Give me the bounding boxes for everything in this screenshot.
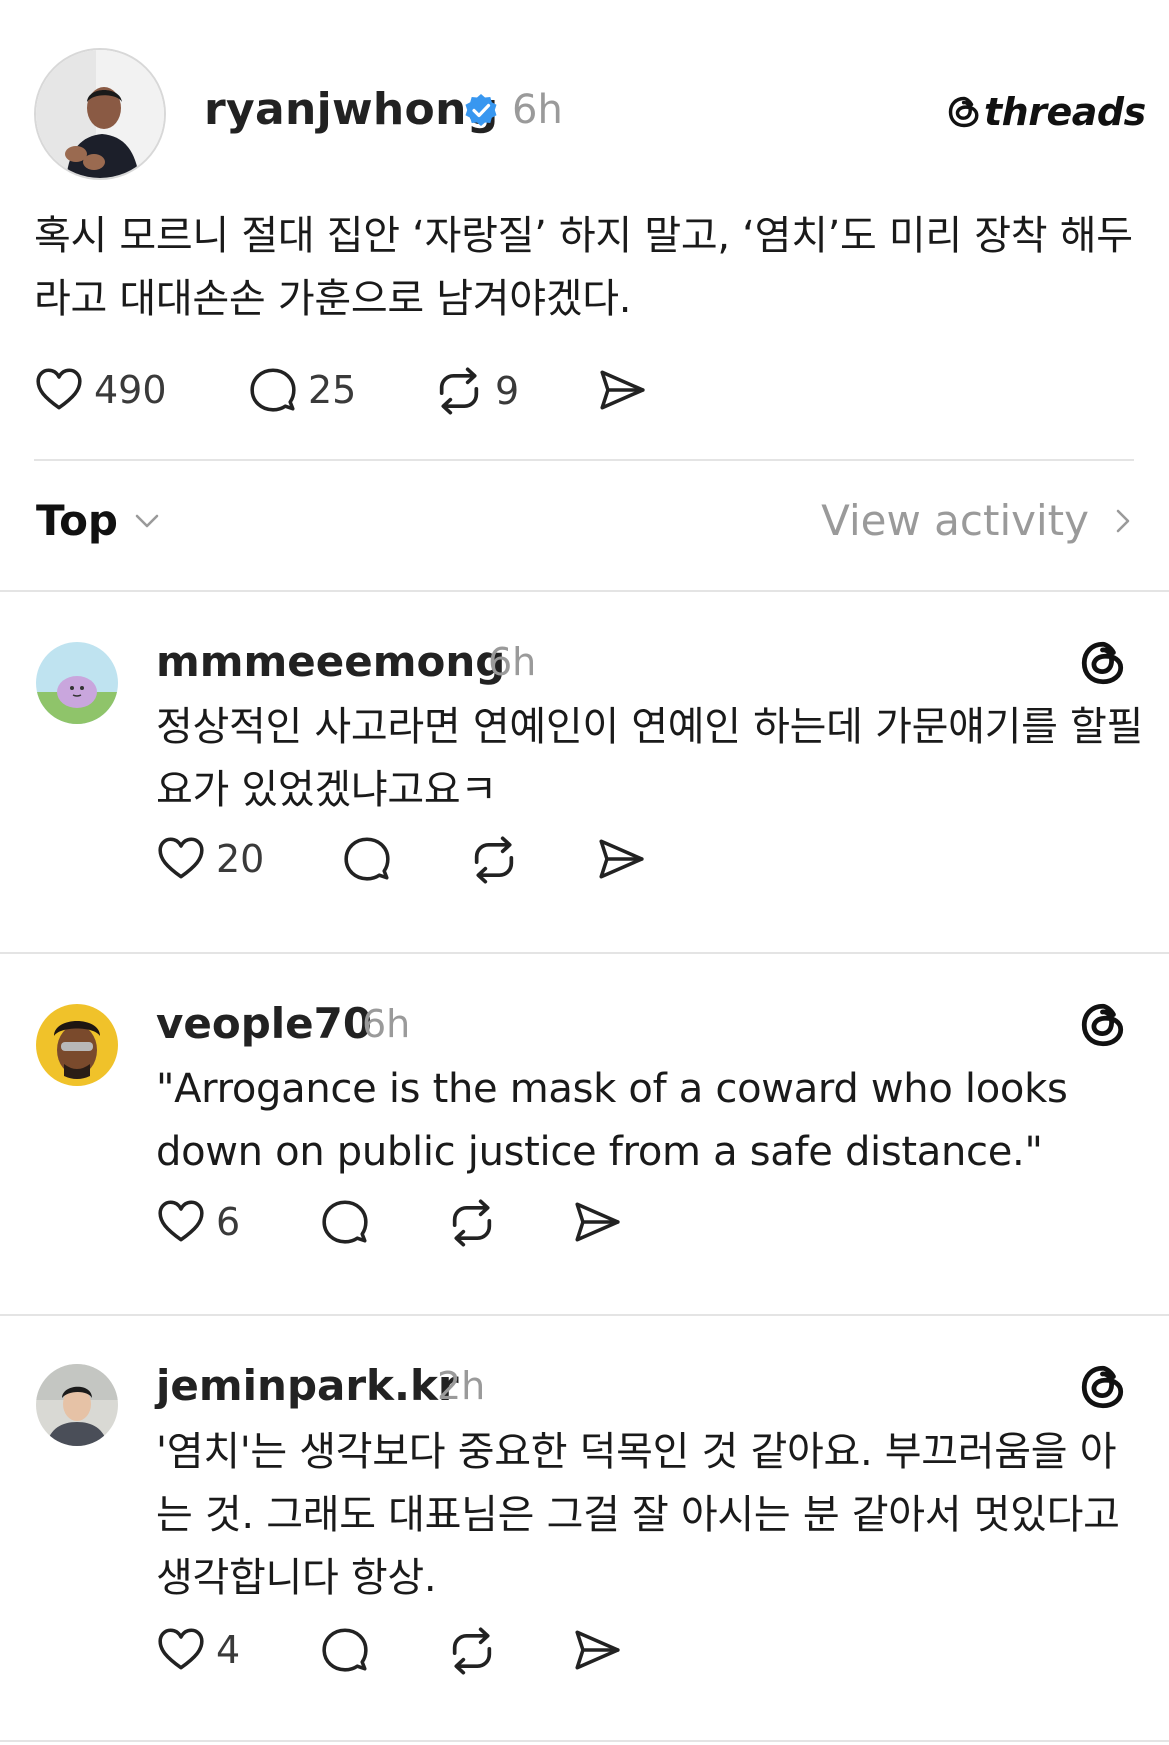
like-count: 6 [216, 1200, 241, 1244]
reply-time: 6h [488, 640, 537, 684]
reply-username[interactable]: veople70 [156, 996, 372, 1052]
share-button[interactable] [572, 1197, 622, 1247]
divider [0, 1740, 1169, 1742]
like-count: 20 [216, 837, 265, 881]
reply-avatar[interactable] [36, 642, 118, 724]
heart-icon [156, 1197, 206, 1247]
repost-icon [468, 834, 520, 886]
reply-item: veople70 6h "Arrogance is the mask of a … [0, 954, 1169, 1314]
repost-button[interactable] [446, 1197, 498, 1249]
comment-button[interactable]: 25 [248, 365, 356, 415]
repost-icon [446, 1197, 498, 1249]
like-button[interactable]: 4 [156, 1625, 240, 1675]
divider [34, 459, 1134, 461]
share-icon [572, 1197, 622, 1247]
reply-body: 정상적인 사고라면 연예인이 연예인 하는데 가문얘기를 할필요가 있었겠냐고요… [156, 704, 1143, 813]
post-body: 혹시 모르니 절대 집안 ‘자랑질’ 하지 말고, ‘염치’도 미리 장착 해두… [34, 213, 1133, 322]
comment-icon [342, 834, 392, 884]
comment-button[interactable] [342, 834, 392, 884]
comment-button[interactable] [320, 1625, 370, 1675]
heart-icon [156, 834, 206, 884]
share-button[interactable] [572, 1625, 622, 1675]
heart-icon [156, 1625, 206, 1675]
comment-icon [248, 365, 298, 415]
chevron-down-icon [132, 506, 162, 536]
reply-username[interactable]: mmmeeemong [156, 634, 505, 690]
share-icon [597, 365, 647, 415]
threads-logo-icon[interactable] [1078, 1362, 1128, 1412]
comment-count: 25 [308, 368, 357, 412]
verified-badge-icon [462, 92, 500, 130]
like-count: 4 [216, 1628, 241, 1672]
reply-item: mmmeeemong 6h 정상적인 사고라면 연예인이 연예인 하는데 가문얘… [0, 592, 1169, 952]
view-activity-link[interactable]: View activity [821, 496, 1135, 545]
reply-avatar[interactable] [36, 1364, 118, 1446]
author-username[interactable]: ryanjwhong [204, 82, 499, 138]
reply-body: "Arrogance is the mask of a coward who l… [156, 1066, 1068, 1175]
share-icon [572, 1625, 622, 1675]
threads-logo-icon[interactable] [1078, 1000, 1128, 1050]
repost-button[interactable] [468, 834, 520, 886]
like-count: 490 [94, 368, 167, 412]
reply-avatar[interactable] [36, 1004, 118, 1086]
repost-button[interactable] [446, 1625, 498, 1677]
main-post: ryanjwhong 6h threads 혹시 모르니 절대 집안 ‘자랑질’… [0, 0, 1169, 462]
chevron-right-icon [1111, 505, 1135, 537]
reply-time: 2h [437, 1364, 486, 1408]
threads-logo-icon [946, 94, 982, 130]
reply-body: '염치'는 생각보다 중요한 덕목인 것 같아요. 부끄러움을 아는 것. 그래… [156, 1429, 1120, 1601]
share-icon [596, 834, 646, 884]
share-button[interactable] [596, 834, 646, 884]
brand-wordmark: threads [984, 90, 1146, 134]
reply-time: 6h [362, 1002, 411, 1046]
repost-icon [433, 365, 485, 417]
comment-button[interactable] [320, 1197, 370, 1247]
share-button[interactable] [597, 365, 647, 415]
comment-icon [320, 1625, 370, 1675]
reply-username[interactable]: jeminpark.kr [156, 1358, 459, 1414]
threads-brand: threads [946, 88, 1146, 136]
repost-button[interactable]: 9 [433, 365, 519, 417]
author-avatar[interactable] [34, 48, 166, 180]
repost-count: 9 [495, 369, 520, 413]
view-activity-label: View activity [821, 496, 1089, 545]
repost-icon [446, 1625, 498, 1677]
sort-label: Top [36, 496, 118, 545]
like-button[interactable]: 490 [34, 365, 167, 415]
heart-icon [34, 365, 84, 415]
reply-item: jeminpark.kr 2h '염치'는 생각보다 중요한 덕목인 것 같아요… [0, 1316, 1169, 1740]
comment-icon [320, 1197, 370, 1247]
like-button[interactable]: 20 [156, 834, 264, 884]
sort-bar: Top View activity [0, 462, 1169, 590]
sort-dropdown[interactable]: Top [36, 496, 162, 545]
threads-logo-icon[interactable] [1078, 638, 1128, 688]
post-time: 6h [512, 87, 563, 133]
like-button[interactable]: 6 [156, 1197, 240, 1247]
